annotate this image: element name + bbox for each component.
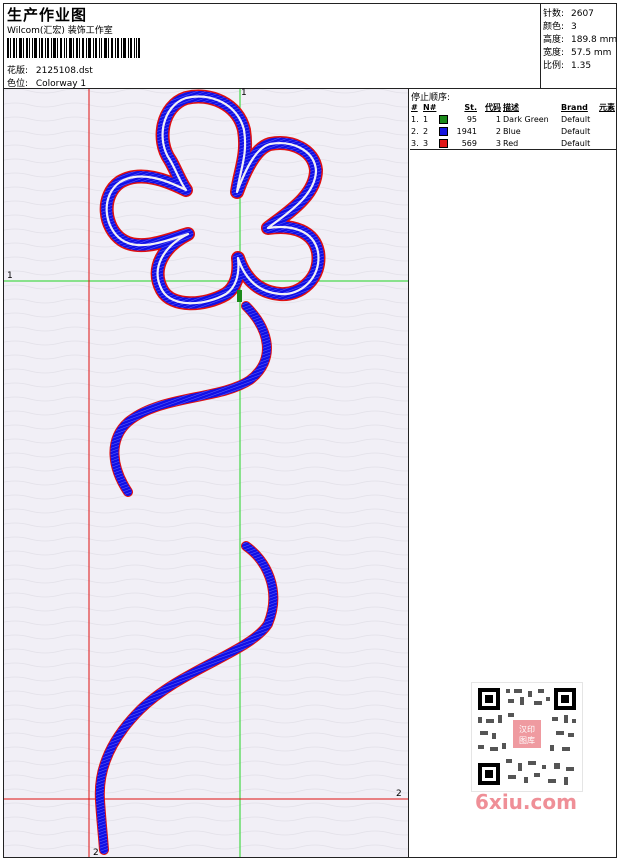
row-brand: Default (561, 126, 591, 136)
col-stitches: St. (464, 102, 477, 112)
col-n: N# (423, 102, 437, 112)
row-stitches: 1941 (456, 126, 477, 136)
qr-code: 汉印 图库 (471, 682, 583, 792)
row-code: 2 (495, 126, 501, 136)
stat-stitches: 针数: 2607 (543, 6, 594, 19)
svg-text:汉印: 汉印 (519, 725, 535, 734)
stat-label: 宽度: (543, 48, 565, 58)
stat-value: 2607 (571, 9, 594, 19)
row-n: 2 (423, 126, 429, 136)
row-stitches: 95 (466, 114, 477, 124)
stat-value: 189.8 mm (571, 35, 618, 45)
col-swatch (438, 101, 454, 113)
row-index: 3. (410, 137, 422, 150)
watermark-text: 6xiu.com (475, 790, 577, 814)
color-swatch (438, 113, 454, 125)
guide-label-v1: 1 (241, 88, 247, 98)
colorway-row: 色位: Colorway 1 (7, 76, 86, 89)
fabric-texture (4, 89, 408, 857)
design-label: 花版: (7, 66, 29, 76)
stat-width: 宽度: 57.5 mm (543, 45, 611, 58)
table-row: 1. 1 95 1 Dark Green Default (410, 113, 616, 125)
row-index: 1. (411, 114, 419, 124)
stat-label: 高度: (543, 35, 565, 45)
barcode (7, 38, 140, 58)
svg-text:图库: 图库 (519, 735, 535, 745)
row-n: 3 (422, 137, 438, 150)
row-brand: Default (560, 137, 598, 150)
table-row: 3. 3 569 3 Red Default (410, 137, 616, 150)
colorway-value: Colorway 1 (35, 79, 87, 89)
stat-height: 高度: 189.8 mm (543, 32, 617, 45)
design-row: 花版: 2125108.dst (7, 63, 93, 76)
stop-sequence-table: # N# St. 代码 描述 Brand 元素 1. 1 95 1 Dark G… (410, 101, 616, 150)
stat-label: 比例: (543, 61, 565, 71)
row-brand: Default (561, 114, 591, 124)
company-name: Wilcom(汇宏) 装饰工作室 (7, 26, 113, 36)
embroidery-preview (4, 89, 408, 857)
col-description: 描述 (503, 102, 519, 112)
color-swatch-green (439, 114, 448, 124)
col-index: # (411, 102, 418, 112)
color-swatch (438, 125, 454, 137)
stat-colors: 颜色: 3 (543, 19, 577, 32)
col-code: 代码 (485, 102, 501, 112)
stat-scale: 比例: 1.35 (543, 58, 591, 71)
table-row: 2. 2 1941 2 Blue Default (410, 125, 616, 137)
design-file: 2125108.dst (35, 66, 93, 76)
guide-label-v2: 2 (93, 848, 99, 858)
guide-label-h1: 1 (7, 271, 13, 281)
dark-green-stitch (237, 290, 242, 302)
sheet-title: 生产作业图 (7, 6, 88, 24)
row-element (598, 137, 616, 150)
colorway-label: 色位: (7, 79, 29, 89)
guide-label-h2: 2 (396, 789, 402, 799)
stat-label: 针数: (543, 9, 565, 19)
row-n: 1 (423, 114, 429, 124)
color-swatch-red (439, 138, 448, 148)
color-swatch (438, 137, 454, 150)
table-header-row: # N# St. 代码 描述 Brand 元素 (410, 101, 616, 113)
design-canvas (4, 89, 409, 857)
row-code: 1 (495, 114, 501, 124)
stat-label: 颜色: (543, 22, 565, 32)
color-swatch-blue (439, 126, 448, 136)
col-brand: Brand (561, 102, 588, 112)
row-description: Blue (503, 126, 521, 136)
row-code: 3 (478, 137, 502, 150)
row-description: Red (502, 137, 560, 150)
row-description: Dark Green (503, 114, 549, 124)
stat-value: 1.35 (571, 61, 592, 71)
row-index: 2. (411, 126, 419, 136)
stat-value: 3 (571, 22, 577, 32)
qr-code-icon: 汉印 图库 (478, 688, 576, 785)
row-element (598, 125, 616, 137)
row-element (598, 113, 616, 125)
stat-value: 57.5 mm (571, 48, 612, 58)
col-element: 元素 (599, 102, 615, 112)
row-stitches: 569 (454, 137, 478, 150)
